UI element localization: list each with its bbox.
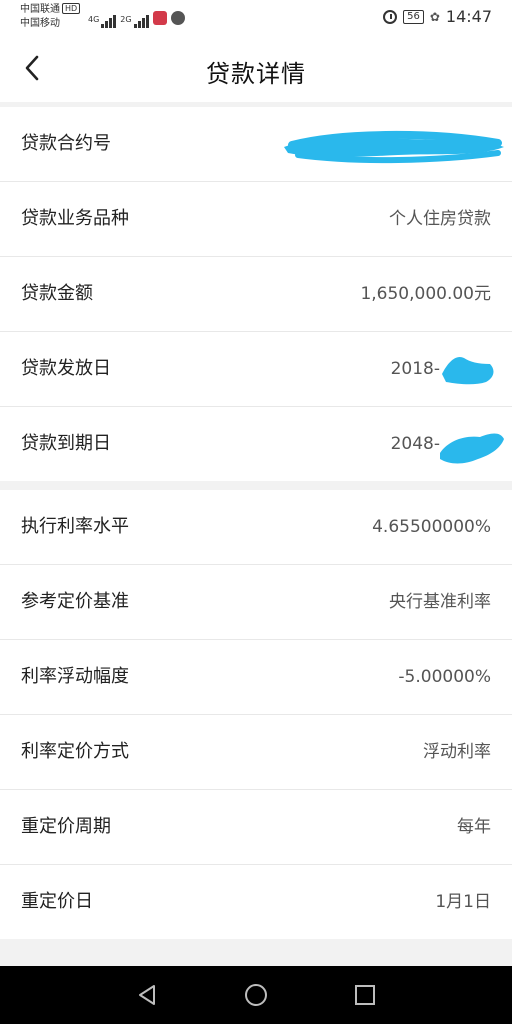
- row-label: 贷款金额: [21, 283, 93, 304]
- row-value: 4.65500000%: [372, 517, 491, 537]
- list-item: 贷款合约号: [0, 107, 512, 182]
- row-label: 贷款到期日: [21, 433, 111, 454]
- list-item: 重定价周期 每年: [0, 790, 512, 865]
- list-item: 利率定价方式 浮动利率: [0, 715, 512, 790]
- row-label: 贷款发放日: [21, 358, 111, 379]
- status-bar: 中国联通 HD 中国移动 4G 2G 56 ✿ 14:47: [0, 0, 512, 36]
- row-label: 重定价周期: [21, 816, 111, 837]
- carrier-1-name: 中国联通: [20, 4, 60, 15]
- row-label: 参考定价基准: [21, 591, 129, 612]
- redaction-scribble: [284, 130, 504, 164]
- hd-badge: HD: [62, 3, 81, 14]
- row-value: 央行基准利率: [389, 592, 491, 612]
- signal-indicators: 4G 2G: [88, 8, 185, 28]
- battery-icon: 56: [403, 9, 424, 24]
- row-value: 2018-: [390, 359, 440, 379]
- row-value: 1,650,000.00元: [360, 284, 491, 304]
- redaction-scribble: [440, 433, 504, 464]
- network-2-type: 2G: [120, 15, 132, 24]
- alarm-icon: [383, 9, 398, 24]
- network-1-type: 4G: [88, 15, 100, 24]
- signal-1-icon: 4G: [88, 15, 117, 28]
- redaction-scribble: [442, 356, 494, 385]
- row-value: 1月1日: [435, 892, 491, 912]
- list-item: 执行利率水平 4.65500000%: [0, 490, 512, 565]
- row-value: 浮动利率: [423, 742, 491, 762]
- row-label: 执行利率水平: [21, 516, 129, 537]
- signal-2-icon: 2G: [120, 15, 149, 28]
- list-item: 贷款金额 1,650,000.00元: [0, 257, 512, 332]
- home-circle-icon: [245, 984, 267, 1006]
- recents-square-icon: [355, 985, 375, 1005]
- list-item: 重定价日 1月1日: [0, 865, 512, 939]
- row-value: 每年: [457, 817, 491, 837]
- notification-app-icon: [152, 11, 167, 25]
- row-value: 2048-: [390, 434, 440, 454]
- rate-info-card: 执行利率水平 4.65500000% 参考定价基准 央行基准利率 利率浮动幅度 …: [0, 490, 512, 939]
- nav-back-button[interactable]: [132, 980, 162, 1010]
- notification-shield-icon: [170, 11, 185, 25]
- row-value: -5.00000%: [398, 667, 491, 687]
- page-title: 贷款详情: [206, 60, 306, 88]
- list-item: 贷款业务品种 个人住房贷款: [0, 182, 512, 257]
- clock-time: 14:47: [445, 7, 492, 26]
- nav-recents-button[interactable]: [350, 980, 380, 1010]
- row-label: 利率浮动幅度: [21, 666, 129, 687]
- carrier-2-name: 中国移动: [20, 18, 60, 29]
- row-value: 个人住房贷款: [389, 209, 491, 229]
- nav-home-button[interactable]: [241, 980, 271, 1010]
- row-label: 利率定价方式: [21, 741, 129, 762]
- list-item: 贷款到期日 2048-: [0, 407, 512, 481]
- list-item: 贷款发放日 2018-: [0, 332, 512, 407]
- row-label: 贷款业务品种: [21, 208, 129, 229]
- list-item: 利率浮动幅度 -5.00000%: [0, 640, 512, 715]
- header: 贷款详情: [0, 36, 512, 102]
- row-label: 重定价日: [21, 891, 93, 912]
- row-label: 贷款合约号: [21, 133, 111, 154]
- status-right: 56 ✿ 14:47: [383, 7, 492, 26]
- loan-info-card: 贷款合约号 贷款业务品种 个人住房贷款 贷款金额 1,650,000.00元 贷…: [0, 107, 512, 481]
- system-nav-bar: [0, 966, 512, 1024]
- carrier-info: 中国联通 HD 中国移动: [20, 3, 81, 31]
- back-triangle-icon: [139, 985, 155, 1005]
- power-saving-icon: ✿: [429, 9, 440, 24]
- list-item: 参考定价基准 央行基准利率: [0, 565, 512, 640]
